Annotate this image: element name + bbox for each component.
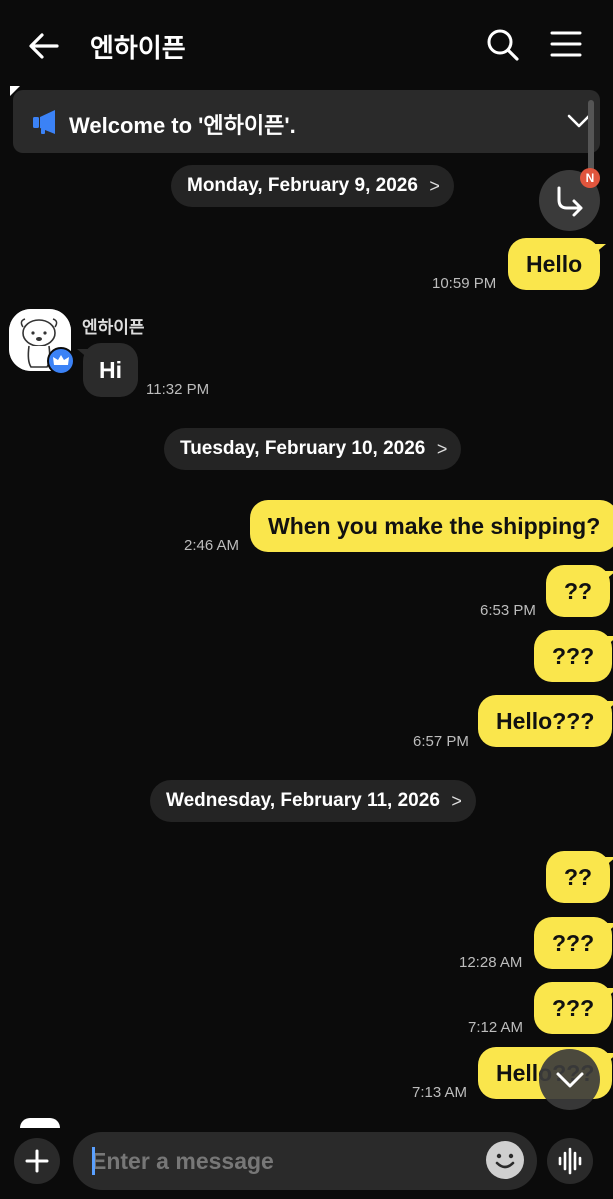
message-text: ??? <box>552 995 595 1021</box>
message-text: Hello <box>526 251 583 277</box>
text-cursor <box>92 1147 95 1175</box>
search-icon <box>487 29 519 61</box>
message-time: 12:28 AM <box>459 954 523 971</box>
hamburger-menu-icon <box>550 31 582 57</box>
new-badge: N <box>580 168 600 188</box>
search-button[interactable] <box>482 24 522 64</box>
message-input-container[interactable] <box>73 1132 537 1190</box>
voice-button[interactable] <box>547 1138 593 1184</box>
plus-icon <box>25 1149 49 1173</box>
chat-header: 엔하이픈 <box>0 0 613 88</box>
smiley-icon <box>495 1153 515 1169</box>
message-text: ?? <box>564 578 593 604</box>
chat-title: 엔하이픈 <box>90 33 186 63</box>
message-text: ??? <box>552 930 595 956</box>
notice-banner[interactable]: Welcome to '엔하이픈'. <box>13 90 600 153</box>
notice-text: Welcome to '엔하이픈'. <box>69 113 296 138</box>
date-divider[interactable]: Wednesday, February 11, 2026 > <box>150 780 476 822</box>
message-text: Hi <box>99 357 122 383</box>
menu-button[interactable] <box>546 24 586 64</box>
my-message-bubble[interactable]: ??? <box>534 630 613 682</box>
sound-wave-icon <box>558 1147 582 1175</box>
date-divider[interactable]: Monday, February 9, 2026 > <box>171 165 454 207</box>
date-label: Wednesday, February 11, 2026 <box>166 790 440 811</box>
message-text: Hello??? <box>496 708 595 734</box>
my-message-bubble[interactable]: When you make the shipping? <box>250 500 613 552</box>
other-message-bubble[interactable]: Hi <box>77 343 138 397</box>
megaphone-icon <box>33 110 55 134</box>
my-message-bubble[interactable]: Hello??? <box>478 695 613 747</box>
message-time: 2:46 AM <box>184 537 240 554</box>
date-label: Monday, February 9, 2026 <box>187 175 418 196</box>
avatar <box>20 1118 60 1128</box>
chevron-down-icon <box>556 1072 584 1088</box>
arrow-left-icon <box>29 33 59 59</box>
date-divider[interactable]: Tuesday, February 10, 2026 > <box>164 428 462 470</box>
message-text: When you make the shipping? <box>268 513 601 539</box>
message-time: 7:12 AM <box>468 1019 524 1036</box>
date-label: Tuesday, February 10, 2026 <box>180 438 426 459</box>
forward-arrow-icon <box>557 186 583 217</box>
back-button[interactable] <box>24 26 64 66</box>
my-message-bubble[interactable]: ??? <box>534 917 613 969</box>
crown-badge-icon <box>47 347 75 375</box>
attach-button[interactable] <box>14 1138 60 1184</box>
sender-name: 엔하이픈 <box>82 318 145 337</box>
chevron-right-icon: > <box>451 791 462 811</box>
chevron-right-icon: > <box>436 439 448 459</box>
message-text: ??? <box>552 643 595 669</box>
message-time: 7:13 AM <box>412 1084 468 1101</box>
message-input[interactable] <box>91 1144 481 1178</box>
my-message-bubble[interactable]: ?? <box>546 851 613 903</box>
my-message-bubble[interactable]: Hello <box>508 238 607 290</box>
message-time: 10:59 PM <box>432 275 497 292</box>
message-time: 6:53 PM <box>480 602 536 619</box>
chevron-right-icon: > <box>429 176 440 196</box>
scroll-to-bottom-button[interactable] <box>539 1049 600 1110</box>
message-time: 11:32 PM <box>146 381 210 398</box>
message-time: 6:57 PM <box>413 733 469 750</box>
emoji-button[interactable] <box>486 1141 524 1179</box>
my-message-bubble[interactable]: ?? <box>546 565 613 617</box>
my-message-bubble[interactable]: ??? <box>534 982 613 1034</box>
message-text: ?? <box>564 864 593 890</box>
